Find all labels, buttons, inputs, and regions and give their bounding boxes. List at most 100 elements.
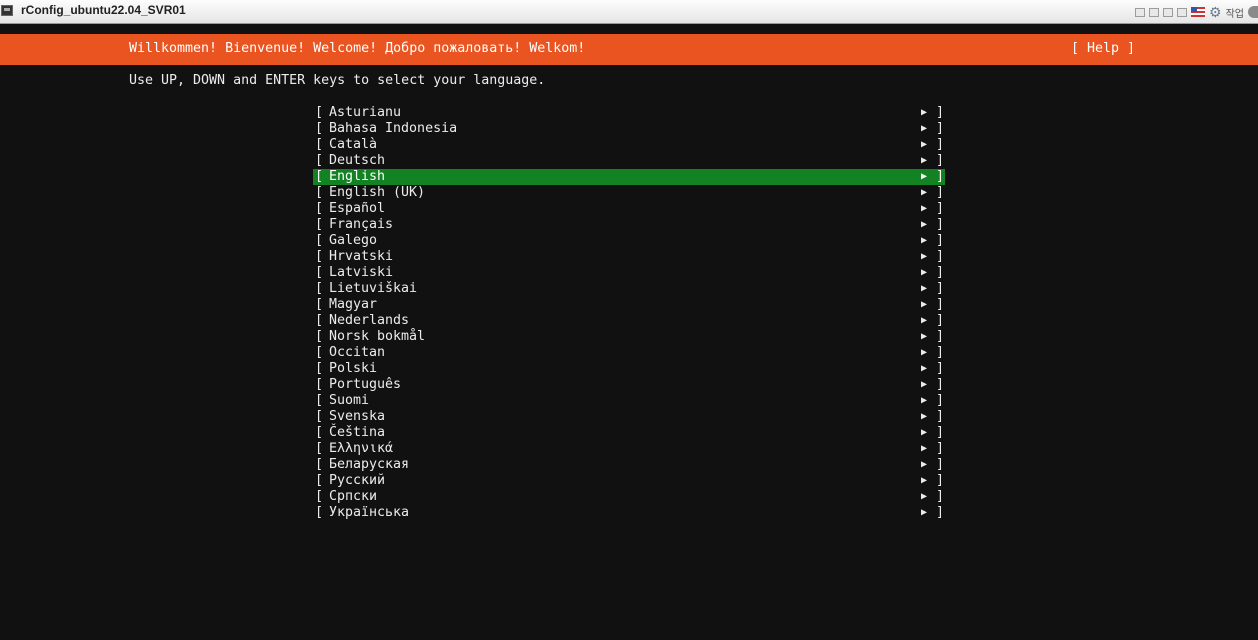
- window-controls: ⚙ 작업: [1135, 4, 1258, 20]
- us-flag-icon[interactable]: [1191, 7, 1206, 17]
- work-menu[interactable]: 작업: [1226, 5, 1244, 20]
- gear-icon[interactable]: ⚙: [1209, 5, 1222, 19]
- bracket-open: [: [315, 201, 324, 216]
- bracket-close: ]: [936, 361, 945, 376]
- maximize-window-icon[interactable]: [1163, 7, 1174, 17]
- language-option[interactable]: [ Latviski ▶ ]: [313, 265, 945, 281]
- bracket-open: [: [315, 217, 324, 232]
- bracket-close: ]: [936, 345, 945, 360]
- bracket-close: ]: [936, 425, 945, 440]
- language-option[interactable]: [ Norsk bokmål ▶ ]: [313, 329, 945, 345]
- bracket-close: ]: [936, 473, 945, 488]
- language-option[interactable]: [ English (UK) ▶ ]: [313, 185, 945, 201]
- arrow-right-icon: ▶: [921, 171, 928, 182]
- bracket-close: ]: [936, 121, 945, 136]
- arrow-right-icon: ▶: [921, 411, 928, 422]
- arrow-right-icon: ▶: [921, 379, 928, 390]
- language-option[interactable]: [ Occitan ▶ ]: [313, 345, 945, 361]
- language-label: Latviski: [329, 265, 394, 280]
- language-label: Português: [329, 377, 402, 392]
- language-option[interactable]: [ Čeština ▶ ]: [313, 425, 945, 441]
- language-option[interactable]: [ Deutsch ▶ ]: [313, 153, 945, 169]
- language-option[interactable]: [ Español ▶ ]: [313, 201, 945, 217]
- language-label: Українська: [329, 505, 410, 520]
- arrow-right-icon: ▶: [921, 491, 928, 502]
- language-option-selected[interactable]: [ English ▶ ]: [313, 169, 945, 185]
- bracket-open: [: [315, 169, 324, 184]
- language-label: Српски: [329, 489, 378, 504]
- arrow-right-icon: ▶: [921, 139, 928, 150]
- language-option[interactable]: [ Српски ▶ ]: [313, 489, 945, 505]
- bracket-open: [: [315, 425, 324, 440]
- language-label: Suomi: [329, 393, 370, 408]
- language-option[interactable]: [ Lietuviškai ▶ ]: [313, 281, 945, 297]
- bracket-open: [: [315, 409, 324, 424]
- bracket-open: [: [315, 489, 324, 504]
- arrow-right-icon: ▶: [921, 107, 928, 118]
- bracket-open: [: [315, 153, 324, 168]
- bracket-open: [: [315, 121, 324, 136]
- arrow-right-icon: ▶: [921, 203, 928, 214]
- arrow-right-icon: ▶: [921, 475, 928, 486]
- language-option[interactable]: [ Беларуская ▶ ]: [313, 457, 945, 473]
- bracket-close: ]: [936, 105, 945, 120]
- language-label: Ελληνικά: [329, 441, 394, 456]
- language-label: Hrvatski: [329, 249, 394, 264]
- bracket-close: ]: [936, 249, 945, 264]
- language-label: Svenska: [329, 409, 386, 424]
- language-option[interactable]: [ Suomi ▶ ]: [313, 393, 945, 409]
- bracket-close: ]: [936, 201, 945, 216]
- bracket-close: ]: [936, 409, 945, 424]
- arrow-right-icon: ▶: [921, 395, 928, 406]
- bracket-close: ]: [936, 169, 945, 184]
- language-option[interactable]: [ Svenska ▶ ]: [313, 409, 945, 425]
- bracket-close: ]: [936, 489, 945, 504]
- language-option[interactable]: [ Português ▶ ]: [313, 377, 945, 393]
- language-option[interactable]: [ Galego ▶ ]: [313, 233, 945, 249]
- arrow-right-icon: ▶: [921, 427, 928, 438]
- close-window-icon[interactable]: [1248, 6, 1258, 18]
- restore-window-icon[interactable]: [1135, 7, 1146, 17]
- arrow-right-icon: ▶: [921, 299, 928, 310]
- language-option[interactable]: [ Hrvatski ▶ ]: [313, 249, 945, 265]
- language-option[interactable]: [ Bahasa Indonesia ▶ ]: [313, 121, 945, 137]
- language-label: Français: [329, 217, 394, 232]
- language-option[interactable]: [ Українська ▶ ]: [313, 505, 945, 521]
- bracket-close: ]: [936, 313, 945, 328]
- arrow-right-icon: ▶: [921, 219, 928, 230]
- bracket-open: [: [315, 297, 324, 312]
- fullscreen-window-icon[interactable]: [1177, 7, 1188, 17]
- arrow-right-icon: ▶: [921, 283, 928, 294]
- minimize-window-icon[interactable]: [1149, 7, 1160, 17]
- arrow-right-icon: ▶: [921, 235, 928, 246]
- language-option[interactable]: [ Magyar ▶ ]: [313, 297, 945, 313]
- language-option[interactable]: [ Polski ▶ ]: [313, 361, 945, 377]
- window-title: rConfig_ubuntu22.04_SVR01: [21, 3, 186, 17]
- bracket-open: [: [315, 233, 324, 248]
- bracket-open: [: [315, 457, 324, 472]
- language-option[interactable]: [ Русский ▶ ]: [313, 473, 945, 489]
- bracket-close: ]: [936, 185, 945, 200]
- bracket-close: ]: [936, 329, 945, 344]
- language-label: Català: [329, 137, 378, 152]
- language-option[interactable]: [ Ελληνικά ▶ ]: [313, 441, 945, 457]
- bracket-open: [: [315, 265, 324, 280]
- bracket-open: [: [315, 361, 324, 376]
- arrow-right-icon: ▶: [921, 251, 928, 262]
- arrow-right-icon: ▶: [921, 123, 928, 134]
- help-button[interactable]: [ Help ]: [1071, 41, 1135, 56]
- bracket-open: [: [315, 137, 324, 152]
- bracket-close: ]: [936, 393, 945, 408]
- language-label: Español: [329, 201, 386, 216]
- language-option[interactable]: [ Asturianu ▶ ]: [313, 105, 945, 121]
- bracket-open: [: [315, 329, 324, 344]
- language-option[interactable]: [ Français ▶ ]: [313, 217, 945, 233]
- language-label: Galego: [329, 233, 378, 248]
- language-option[interactable]: [ Nederlands ▶ ]: [313, 313, 945, 329]
- language-label: Čeština: [329, 425, 386, 440]
- bracket-open: [: [315, 505, 324, 520]
- bracket-open: [: [315, 313, 324, 328]
- bracket-close: ]: [936, 153, 945, 168]
- language-label: Bahasa Indonesia: [329, 121, 458, 136]
- language-option[interactable]: [ Català ▶ ]: [313, 137, 945, 153]
